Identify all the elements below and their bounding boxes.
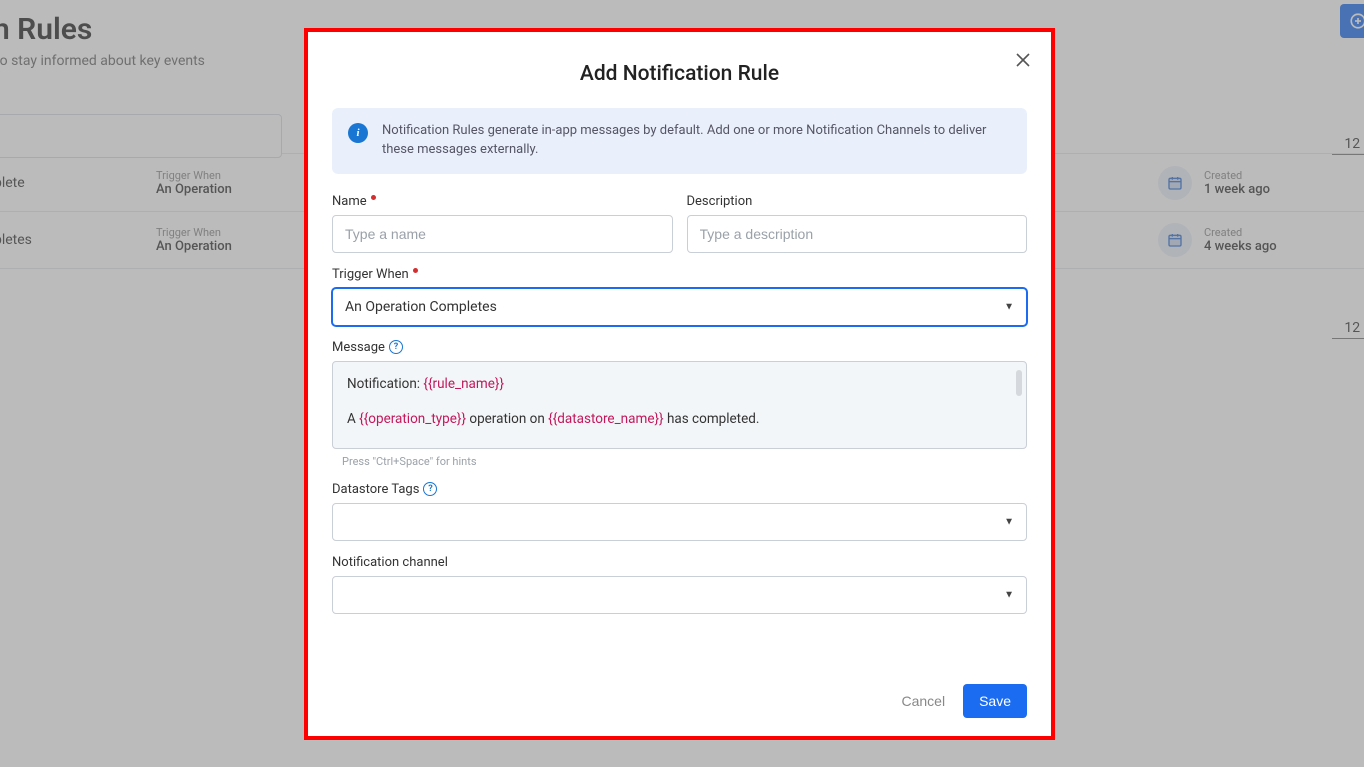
close-button[interactable] — [1013, 50, 1033, 70]
trigger-label: Trigger When — [332, 267, 1027, 282]
info-banner: i Notification Rules generate in-app mes… — [332, 108, 1027, 174]
scrollbar-thumb[interactable] — [1016, 370, 1022, 396]
datastore-tags-label: Datastore Tags ? — [332, 482, 1027, 497]
name-label: Name — [332, 194, 673, 209]
required-indicator — [371, 195, 376, 200]
add-rule-modal: Add Notification Rule i Notification Rul… — [304, 28, 1055, 740]
template-var-datastore-name: {{datastore_name}} — [548, 411, 663, 427]
cancel-button[interactable]: Cancel — [901, 693, 945, 709]
notification-channel-label: Notification channel — [332, 555, 1027, 570]
template-var-rule-name: {{rule_name}} — [423, 376, 504, 392]
trigger-select[interactable]: An Operation Completes ▼ — [332, 288, 1027, 326]
close-icon — [1016, 53, 1030, 67]
message-hint: Press "Ctrl+Space" for hints — [342, 455, 1027, 468]
save-button[interactable]: Save — [963, 684, 1027, 718]
caret-down-icon: ▼ — [1004, 589, 1014, 600]
help-icon[interactable]: ? — [423, 482, 437, 496]
info-icon: i — [348, 123, 368, 143]
modal-title: Add Notification Rule — [332, 62, 1027, 86]
description-input[interactable] — [687, 215, 1028, 253]
required-indicator — [413, 268, 418, 273]
message-line-1: Notification: {{rule_name}} — [347, 374, 1012, 395]
message-editor[interactable]: Notification: {{rule_name}} A {{operatio… — [332, 361, 1027, 449]
trigger-selected-value: An Operation Completes — [345, 299, 497, 315]
template-var-operation-type: {{operation_type}} — [359, 411, 466, 427]
caret-down-icon: ▼ — [1004, 301, 1014, 312]
datastore-tags-select[interactable]: ▼ — [332, 503, 1027, 541]
info-text: Notification Rules generate in-app messa… — [382, 122, 1011, 160]
help-icon[interactable]: ? — [389, 340, 403, 354]
notification-channel-select[interactable]: ▼ — [332, 576, 1027, 614]
message-label: Message ? — [332, 340, 1027, 355]
name-input[interactable] — [332, 215, 673, 253]
description-label: Description — [687, 194, 1028, 209]
message-line-2: A {{operation_type}} operation on {{data… — [347, 409, 1012, 430]
caret-down-icon: ▼ — [1004, 516, 1014, 527]
